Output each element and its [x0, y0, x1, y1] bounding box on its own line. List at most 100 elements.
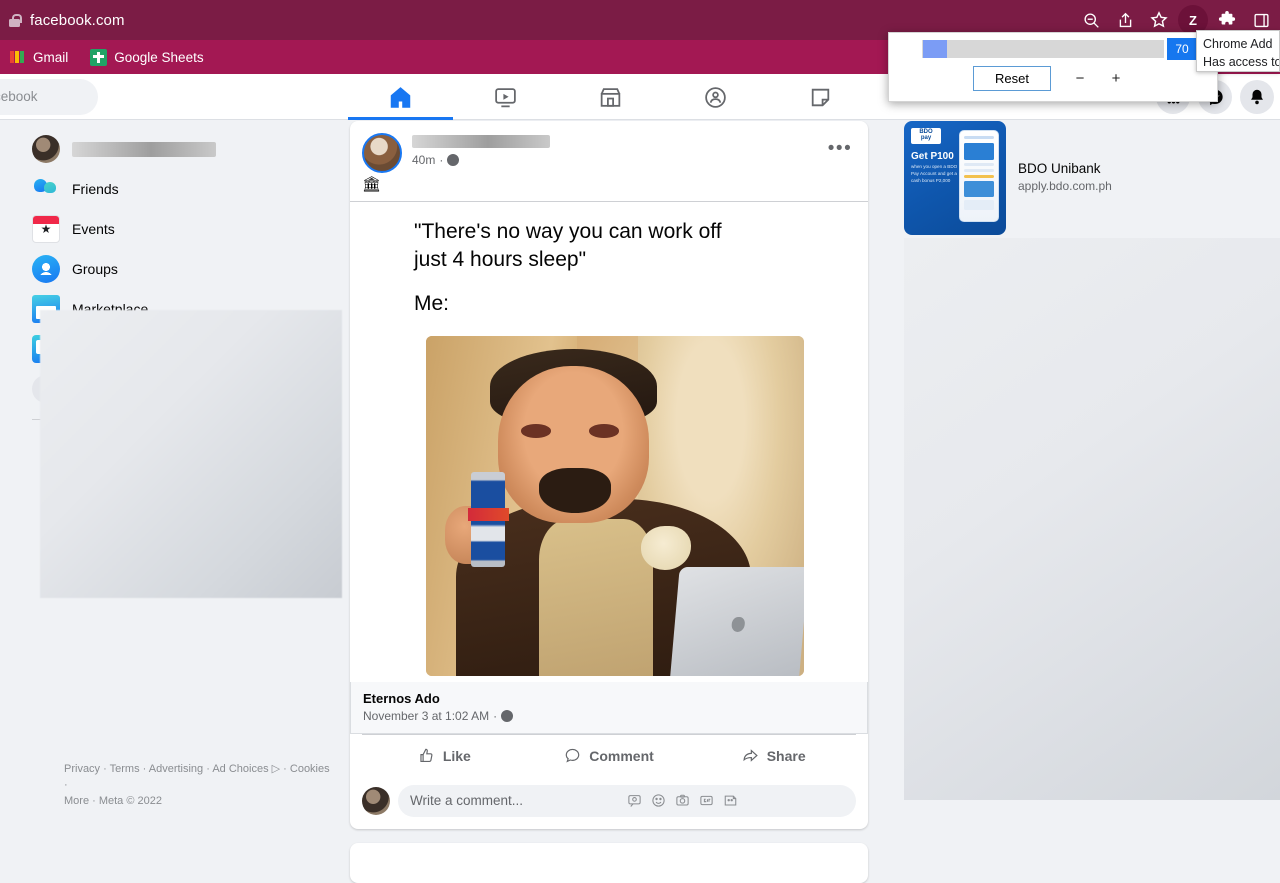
ad-body: when you open a BDO Pay Account and get … — [911, 164, 958, 183]
comment-input-placeholder: Write a comment... — [410, 793, 524, 809]
sidebar-blurred-content — [40, 310, 342, 598]
profile-name-redacted — [72, 141, 216, 157]
zoom-in-button[interactable]: + — [1109, 70, 1123, 87]
tooltip-line-1: Chrome Add — [1203, 37, 1273, 51]
share-icon[interactable] — [1110, 5, 1140, 35]
comment-button[interactable]: Comment — [527, 739, 692, 773]
ad-title[interactable]: BDO Unibank — [1018, 161, 1112, 176]
address-bar[interactable]: facebook.com — [8, 6, 1076, 34]
zoom-value-badge: 70 — [1167, 38, 1197, 60]
link-preview-subtitle: November 3 at 1:02 AM · — [363, 709, 855, 723]
sidebar-item-events[interactable]: Events — [24, 209, 336, 249]
groups-icon — [32, 255, 60, 283]
news-feed: 40m · ••• 🏛 "There's no way you can work… — [348, 121, 878, 883]
reset-button[interactable]: Reset — [973, 66, 1051, 91]
avatar — [362, 786, 390, 815]
share-label: Share — [766, 747, 806, 764]
nav-tab-home[interactable] — [348, 74, 453, 120]
bookmark-label: Google Sheets — [114, 49, 204, 65]
gmail-icon — [10, 51, 26, 63]
sidebar-item-label: Friends — [72, 181, 119, 197]
feed-post: 40m · ••• 🏛 "There's no way you can work… — [350, 121, 868, 829]
zoom-slider-thumb[interactable] — [923, 40, 947, 58]
ad-url: apply.bdo.com.ph — [1018, 179, 1112, 193]
like-button[interactable]: Like — [362, 739, 527, 773]
ad-logo-line-2: pay — [920, 135, 932, 141]
events-icon — [32, 215, 60, 243]
zoom-slider-row: 70 — [889, 33, 1217, 61]
post-link-preview[interactable]: Eternos Ado November 3 at 1:02 AM · — [350, 681, 868, 734]
nav-tab-groups[interactable] — [663, 74, 768, 120]
link-preview-date: November 3 at 1:02 AM — [363, 708, 490, 723]
post-text: "There's no way you can work off just 4 … — [350, 201, 868, 682]
bookmark-google-sheets[interactable]: Google Sheets — [82, 46, 211, 69]
comment-input[interactable]: Write a comment... — [398, 784, 856, 817]
google-sheets-icon — [90, 48, 108, 66]
facebook-footer: Privacy · Terms · Advertising · Ad Choic… — [64, 762, 334, 810]
lock-icon — [8, 13, 22, 28]
post-reaction-emoji: 🏛 — [362, 176, 382, 193]
search-input-value: cebook — [0, 89, 38, 104]
ad-phone-mockup — [959, 130, 999, 222]
ad-text: BDO Unibank apply.bdo.com.ph — [1018, 121, 1112, 235]
share-button[interactable]: Share — [691, 739, 856, 773]
globe-icon — [447, 154, 460, 166]
nav-tab-gaming[interactable] — [768, 74, 873, 120]
sponsored-ad[interactable]: BDO pay Get P100 when you open a BDO Pay… — [898, 121, 1280, 235]
zoom-level-slider[interactable] — [922, 40, 1164, 58]
extension-tooltip: Chrome Add Has access to — [1196, 30, 1280, 72]
zoom-out-button[interactable]: − — [1073, 70, 1087, 87]
comment-input-icons — [627, 793, 844, 808]
bookmark-star-icon[interactable] — [1144, 5, 1174, 35]
tooltip-line-2: Has access to — [1203, 55, 1280, 70]
avatar[interactable] — [362, 133, 402, 173]
emoji-icon — [652, 794, 665, 807]
bell-icon[interactable] — [1240, 80, 1274, 114]
post-actions: Like Comment Share — [362, 733, 856, 777]
like-label: Like — [442, 747, 471, 764]
post-time-text: 40m — [412, 153, 436, 167]
post-text-line-2: just 4 hours sleep" — [414, 247, 587, 271]
sidebar-item-friends[interactable]: Friends — [24, 169, 336, 209]
bookmark-label: Gmail — [33, 49, 69, 65]
sidebar-item-label: Groups — [72, 261, 118, 277]
post-author-name-redacted — [412, 135, 550, 148]
camera-icon — [676, 794, 689, 806]
sticker-icon — [724, 795, 737, 806]
zoom-controls: Reset − + — [889, 66, 1217, 91]
post-image[interactable] — [426, 335, 804, 676]
post-image-wrapper — [414, 318, 816, 676]
sidebar-item-groups[interactable]: Groups — [24, 249, 336, 289]
url-text: facebook.com — [30, 11, 125, 29]
globe-icon — [501, 709, 514, 722]
search-input[interactable]: cebook — [0, 78, 98, 115]
right-sidebar: BDO pay Get P100 when you open a BDO Pay… — [898, 121, 1280, 800]
nav-tab-watch[interactable] — [453, 74, 558, 120]
ad-creative-image: BDO pay Get P100 when you open a BDO Pay… — [904, 121, 1006, 235]
post-author-block: 40m · — [412, 133, 824, 167]
more-options-icon[interactable]: ••• — [824, 133, 856, 165]
bdo-pay-logo-icon: BDO pay — [911, 128, 941, 144]
gif-icon — [700, 796, 713, 806]
post-header: 40m · ••• — [350, 121, 868, 173]
post-timestamp: 40m · — [412, 153, 824, 167]
comment-label: Comment — [589, 747, 654, 764]
facebook-nav-tabs — [348, 74, 873, 120]
feed-post-next — [350, 842, 868, 883]
zoom-extension-popup: 70 Reset − + — [888, 32, 1218, 102]
rail-blurred-content — [904, 238, 1280, 800]
bookmark-gmail[interactable]: Gmail — [2, 47, 76, 68]
avatar-sticker-icon — [628, 795, 641, 808]
post-text-line-3: Me: — [414, 291, 450, 315]
link-preview-title: Eternos Ado — [363, 690, 440, 706]
sidebar-item-profile[interactable] — [24, 129, 336, 169]
footer-line-1[interactable]: Privacy · Terms · Advertising · Ad Choic… — [64, 762, 334, 794]
footer-line-2[interactable]: More · Meta © 2022 — [64, 794, 334, 810]
zoom-out-search-icon[interactable] — [1076, 5, 1106, 35]
extension-tile: Z — [1189, 12, 1197, 28]
post-text-line-1: "There's no way you can work off — [414, 220, 722, 243]
friends-icon — [32, 175, 60, 203]
nav-tab-marketplace[interactable] — [558, 74, 663, 120]
sidebar-item-label: Events — [72, 221, 115, 237]
comment-composer: Write a comment... — [350, 777, 868, 829]
